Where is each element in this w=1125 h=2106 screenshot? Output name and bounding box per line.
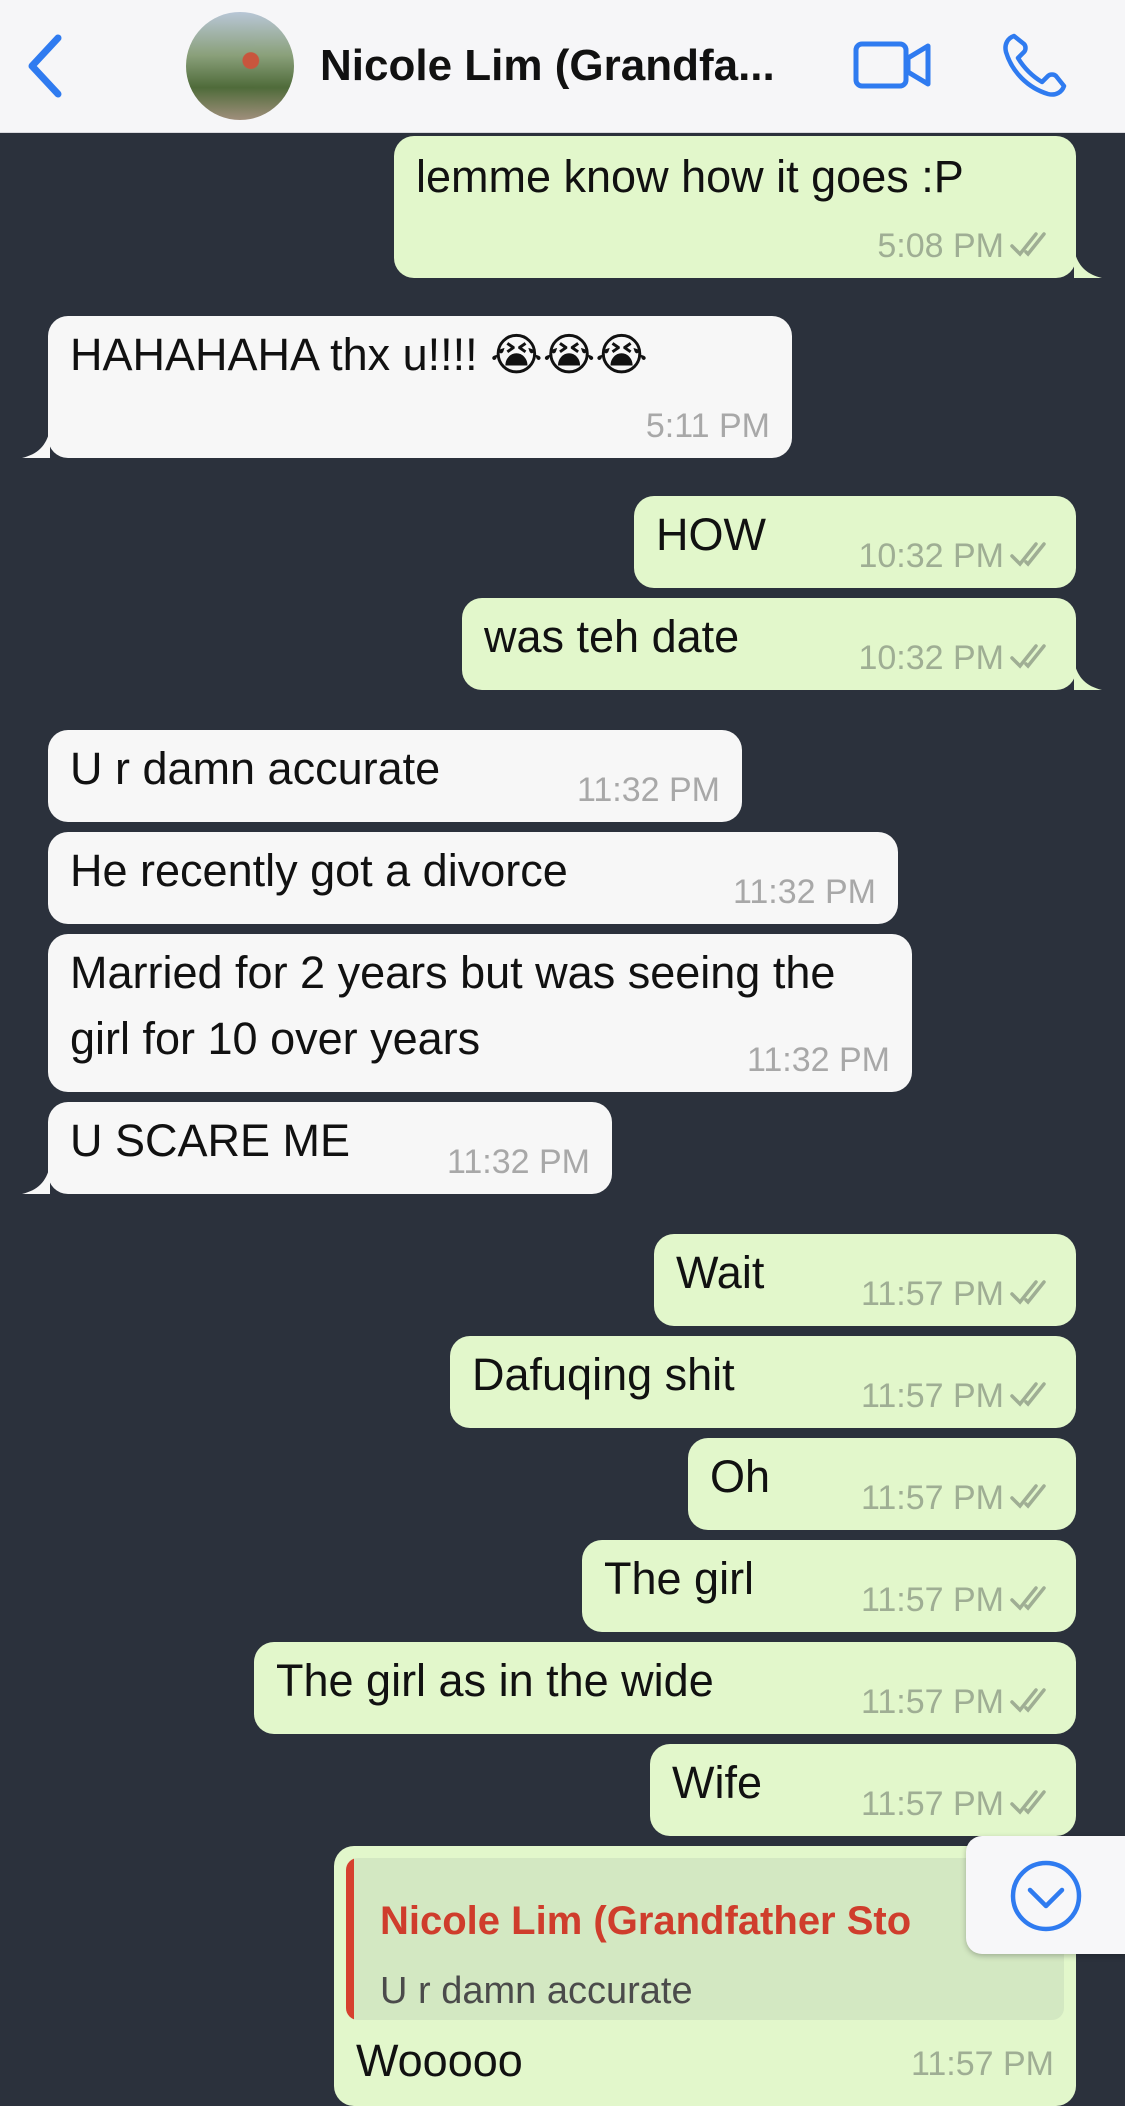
read-receipt-icon [1010,1688,1046,1713]
message-time: 11:32 PM [576,771,720,809]
incoming-message[interactable]: Married for 2 years but was seeing the g… [48,934,912,1092]
read-receipt-icon [1010,1586,1046,1611]
bubble-tail [1074,662,1102,690]
message-text: Wooooo [356,2035,523,2086]
read-receipt-icon [1010,232,1046,257]
message-time: 10:32 PM [858,537,1004,575]
chevron-left-icon [28,34,62,98]
message-meta: 11:57 PM [861,1682,1054,1722]
incoming-message[interactable]: U SCARE ME 11:32 PM [22,1102,612,1194]
message-text: Oh [710,1451,771,1502]
message-time: 5:08 PM [877,227,1004,265]
quoted-message[interactable]: Nicole Lim (Grandfather Sto U r damn acc… [346,1858,1064,2020]
message-meta: 10:32 PM [858,536,1054,576]
incoming-message[interactable]: He recently got a divorce 11:32 PM [48,832,898,924]
message-meta: 11:57 PM [861,1274,1054,1314]
video-call-button[interactable] [852,34,932,94]
chat-header: Nicole Lim (Grandfa... [0,0,1125,133]
outgoing-message[interactable]: The girl as in the wide 11:57 PM [254,1642,1076,1734]
incoming-message[interactable]: HAHAHAHA thx u!!!! 😭😭😭 5:11 PM [22,316,792,458]
read-receipt-icon [1010,1484,1046,1509]
read-receipt-icon [1010,542,1046,567]
quoted-sender-name: Nicole Lim (Grandfather Sto [380,1899,912,1943]
read-receipt-icon [1010,644,1046,669]
message-text: HAHAHAHA thx u!!!! 😭😭😭 [70,329,648,380]
chevron-down-circle-icon [1010,1860,1082,1932]
message-meta: 10:32 PM [858,638,1054,678]
message-time: 11:57 PM [860,1275,1004,1313]
video-camera-icon [853,41,931,89]
outgoing-message[interactable]: Wife 11:57 PM [650,1744,1076,1836]
message-text: The girl [604,1553,755,1604]
message-text: Wife [672,1757,762,1808]
message-time: 11:32 PM [746,1041,890,1079]
quoted-text: U r damn accurate [380,1970,693,2012]
message-text: lemme know how it goes :P [416,151,964,202]
message-time: 11:57 PM [860,1785,1004,1823]
message-text: The girl as in the wide [276,1655,714,1706]
message-time: 11:57 PM [910,2045,1054,2083]
outgoing-message[interactable]: Wait 11:57 PM [654,1234,1076,1326]
message-text: U r damn accurate [70,743,441,794]
outgoing-message[interactable]: The girl 11:57 PM [582,1540,1076,1632]
outgoing-message[interactable]: was teh date 10:32 PM [462,598,1102,690]
message-text: Wait [676,1247,765,1298]
message-time: 11:57 PM [860,1479,1004,1517]
message-time: 11:32 PM [446,1143,590,1181]
message-time: 11:57 PM [860,1683,1004,1721]
message-meta: 11:57 PM [861,1580,1054,1620]
read-receipt-icon [1010,1382,1046,1407]
message-time: 10:32 PM [858,639,1004,677]
outgoing-reply-message[interactable]: Nicole Lim (Grandfather Sto U r damn acc… [334,1846,1076,2106]
message-text: U SCARE ME [70,1115,351,1166]
avatar[interactable] [186,12,294,120]
outgoing-message[interactable]: Dafuqing shit 11:57 PM [450,1336,1076,1428]
message-time: 11:57 PM [860,1377,1004,1415]
message-meta: 11:57 PM [861,1376,1054,1416]
bubble-tail [22,430,50,458]
message-time: 5:11 PM [645,407,770,445]
message-text: Dafuqing shit [472,1349,735,1400]
read-receipt-icon [1010,1790,1046,1815]
bubble-tail [22,1166,50,1194]
back-button[interactable] [22,34,70,98]
message-time: 11:32 PM [732,873,876,911]
message-meta: 11:57 PM [861,1478,1054,1518]
voice-call-button[interactable] [1000,30,1070,100]
message-text: was teh date [484,611,740,662]
outgoing-message[interactable]: lemme know how it goes :P 5:08 PM [394,136,1102,278]
message-meta: 11:57 PM [861,1784,1054,1824]
read-receipt-icon [1010,1280,1046,1305]
message-text: HOW [656,509,766,560]
contact-name[interactable]: Nicole Lim (Grandfa... [320,36,820,96]
quote-bar [346,1858,354,2020]
outgoing-message[interactable]: HOW 10:32 PM [634,496,1076,588]
bubble-tail [1074,250,1102,278]
message-meta: 5:08 PM [877,226,1054,266]
scroll-to-bottom-button[interactable] [966,1836,1125,1954]
outgoing-message[interactable]: Oh 11:57 PM [688,1438,1076,1530]
phone-icon [1003,33,1067,97]
incoming-message[interactable]: U r damn accurate 11:32 PM [48,730,742,822]
message-text: He recently got a divorce [70,845,568,896]
message-time: 11:57 PM [860,1581,1004,1619]
